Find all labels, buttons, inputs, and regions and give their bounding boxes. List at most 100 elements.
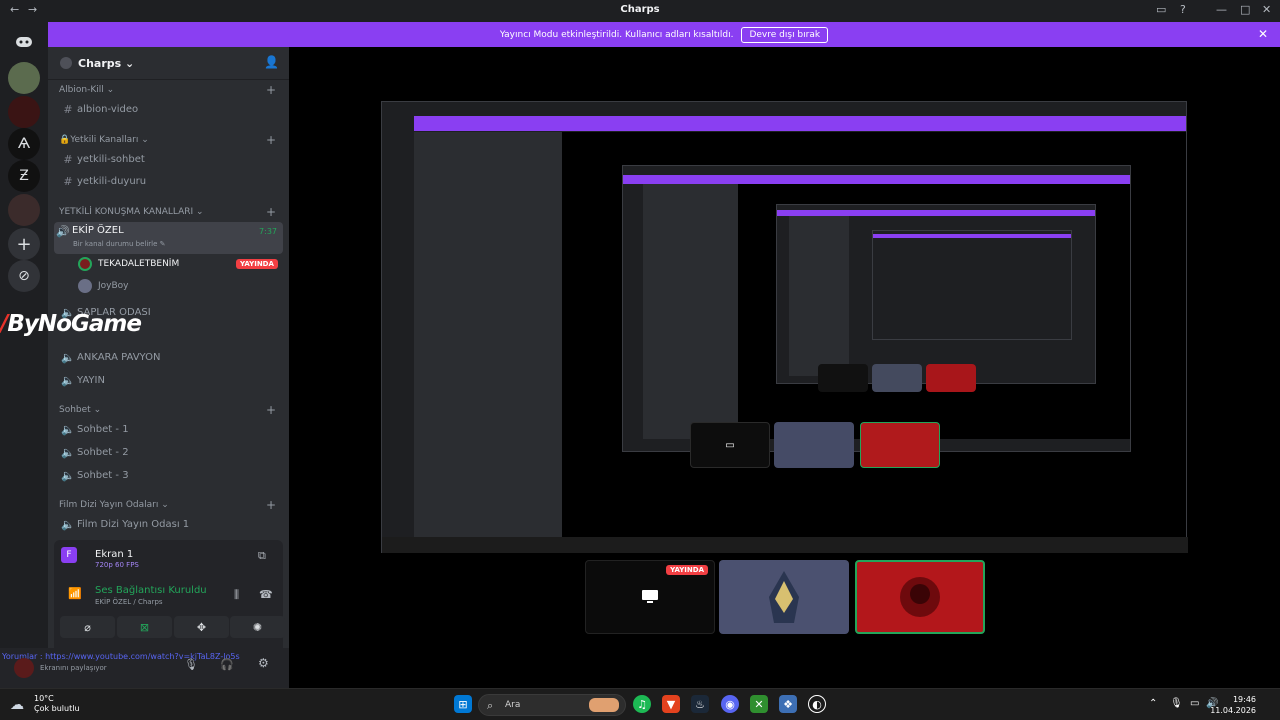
- noise-suppression-icon[interactable]: ⫼: [234, 588, 239, 602]
- add-channel-icon[interactable]: +: [266, 83, 276, 97]
- add-channel-icon[interactable]: +: [266, 133, 276, 147]
- channel-ankara[interactable]: 🔈 ANKARA PAVYON: [59, 347, 283, 367]
- nested-window-4: [872, 230, 1072, 340]
- server-icon-albion[interactable]: Ѧ: [8, 128, 40, 160]
- disconnect-icon[interactable]: ☎: [259, 588, 273, 601]
- server-icon-charps[interactable]: Ƶ: [8, 160, 40, 192]
- windows-start-icon[interactable]: ⊞: [454, 695, 472, 713]
- camera-off-button[interactable]: ⌀: [60, 616, 115, 638]
- channel-yetkili-duyuru[interactable]: # yetkili-duyuru: [59, 171, 283, 191]
- headphones-icon[interactable]: 🎧: [220, 658, 234, 671]
- weather-widget[interactable]: 10°C Çok bulutlu: [34, 694, 80, 714]
- popout-icon[interactable]: ⧉: [258, 549, 266, 563]
- server-icon-2[interactable]: [8, 96, 40, 128]
- brave-icon[interactable]: ▼: [662, 695, 680, 713]
- clock-date: 11.04.2026: [1210, 706, 1256, 715]
- search-label: Ara: [505, 700, 521, 710]
- temperature: 10°C: [34, 694, 54, 703]
- stream-tile-joyboy[interactable]: [719, 560, 849, 634]
- taskbar-clock[interactable]: 19:46 11.04.2026: [1210, 694, 1256, 716]
- xbox-icon[interactable]: ✕: [750, 695, 768, 713]
- mini-tile: [872, 364, 922, 392]
- tray-chevron-icon[interactable]: ⌃: [1149, 698, 1157, 709]
- channel-albion-video[interactable]: # albion-video: [59, 99, 283, 119]
- stream-tile-tekadaletbenim[interactable]: [855, 560, 985, 634]
- category-label: 🔒Yetkili Kanalları ⌄: [59, 135, 149, 145]
- add-channel-icon[interactable]: +: [266, 205, 276, 219]
- soundboard-button[interactable]: ✺: [230, 616, 285, 638]
- nested-sidebar-3: [789, 216, 849, 376]
- user-avatar[interactable]: [14, 658, 34, 678]
- server-badge-icon: [60, 57, 72, 69]
- invite-icon[interactable]: 👤: [264, 55, 279, 69]
- channel-film-dizi[interactable]: 🔈 Film Dizi Yayın Odası 1: [59, 514, 283, 534]
- app-icon[interactable]: ❖: [779, 695, 797, 713]
- nested-window-1: ▭: [381, 101, 1188, 553]
- voice-member-2[interactable]: JoyBoy: [78, 276, 129, 296]
- category-film[interactable]: Film Dizi Yayın Odaları ⌄ +: [59, 498, 276, 512]
- tray-mic-icon[interactable]: 🎙: [1170, 698, 1183, 709]
- speaker-icon: 🔈: [61, 422, 75, 436]
- logo-text: ByNoGame: [7, 311, 142, 337]
- youtube-link-overlay[interactable]: Yorumlar : https://www.youtube.com/watch…: [2, 652, 252, 661]
- activities-button[interactable]: ✥: [174, 616, 229, 638]
- nested-rail: [382, 102, 414, 537]
- channel-sohbet-2[interactable]: 🔈 Sohbet - 2: [59, 442, 283, 462]
- stream-tile-screen[interactable]: YAYINDA: [585, 560, 715, 634]
- streamer-mode-notice: Yayıncı Modu etkinleştirildi. Kullanıcı …: [48, 22, 1280, 47]
- steam-icon[interactable]: ♨: [691, 695, 709, 713]
- channel-label: yetkili-sohbet: [77, 153, 145, 165]
- member-name: JoyBoy: [98, 281, 129, 291]
- discover-icon[interactable]: ⊘: [8, 260, 40, 292]
- category-voice[interactable]: YETKİLİ KONUŞMA KANALLARI ⌄ +: [59, 205, 276, 219]
- add-channel-icon[interactable]: +: [266, 498, 276, 512]
- red-avatar-icon: [900, 577, 940, 617]
- close-notice-icon[interactable]: ✕: [1258, 27, 1268, 41]
- spotify-icon[interactable]: ♫: [633, 695, 651, 713]
- channel-label: albion-video: [77, 103, 139, 115]
- live-badge: YAYINDA: [666, 565, 708, 575]
- screen-share-button[interactable]: ⊠: [117, 616, 172, 638]
- nested-sidebar-2: [643, 184, 738, 439]
- server-icon-1[interactable]: [8, 62, 40, 94]
- voice-member-1[interactable]: TEKADALETBENİM: [78, 254, 179, 274]
- channel-yetkili-sohbet[interactable]: # yetkili-sohbet: [59, 149, 283, 169]
- discord-taskbar-icon[interactable]: ◉: [721, 695, 739, 713]
- channel-ekip-ozel[interactable]: 🔊 EKİP ÖZEL Bir kanal durumu belirle ✎ 7…: [54, 222, 283, 254]
- category-yetkili[interactable]: 🔒Yetkili Kanalları ⌄ +: [59, 133, 276, 147]
- mini-tile: [926, 364, 976, 392]
- category-sohbet[interactable]: Sohbet ⌄ +: [59, 403, 276, 417]
- search-highlight-icon: [589, 698, 619, 712]
- tray-display-icon[interactable]: ▭: [1190, 698, 1199, 709]
- channel-sohbet-3[interactable]: 🔈 Sohbet - 3: [59, 465, 283, 485]
- discord-home-icon[interactable]: [8, 26, 40, 58]
- category-albion-kill[interactable]: Albion-Kill ⌄ +: [59, 83, 276, 97]
- minimize-button[interactable]: —: [1216, 3, 1227, 16]
- server-rail: Ѧ Ƶ + ⊘: [0, 22, 48, 688]
- channel-label: Sohbet - 2: [77, 446, 129, 458]
- add-server-icon[interactable]: +: [8, 228, 40, 260]
- inbox-icon[interactable]: ▭: [1156, 3, 1166, 16]
- maximize-button[interactable]: □: [1240, 3, 1250, 16]
- disable-streamer-mode-button[interactable]: Devre dışı bırak: [741, 26, 829, 43]
- taskbar-search[interactable]: ⌕ Ara: [478, 694, 626, 716]
- speaker-icon: 🔈: [61, 350, 75, 364]
- stream-view[interactable]: ▭ YAYINDA: [289, 47, 1280, 688]
- close-window-button[interactable]: ✕: [1262, 3, 1271, 16]
- channel-label: YAYIN: [77, 374, 105, 386]
- channel-sohbet-1[interactable]: 🔈 Sohbet - 1: [59, 419, 283, 439]
- help-icon[interactable]: ?: [1180, 3, 1186, 16]
- channel-label: Film Dizi Yayın Odası 1: [77, 518, 190, 530]
- category-label: Sohbet ⌄: [59, 405, 102, 415]
- channel-yayin[interactable]: 🔈 YAYIN: [59, 370, 283, 390]
- settings-icon[interactable]: ⚙: [258, 656, 269, 670]
- server-folder-icon[interactable]: [8, 194, 40, 226]
- hashtag-icon: #: [63, 152, 73, 166]
- add-channel-icon[interactable]: +: [266, 403, 276, 417]
- obs-icon[interactable]: ◐: [808, 695, 826, 713]
- microphone-icon[interactable]: 🎙: [184, 658, 198, 671]
- server-header[interactable]: Charps ⌄ 👤: [48, 47, 289, 80]
- speaker-icon: 🔈: [61, 373, 75, 387]
- mini-tile: [818, 364, 868, 392]
- channel-status[interactable]: Bir kanal durumu belirle ✎: [73, 240, 166, 248]
